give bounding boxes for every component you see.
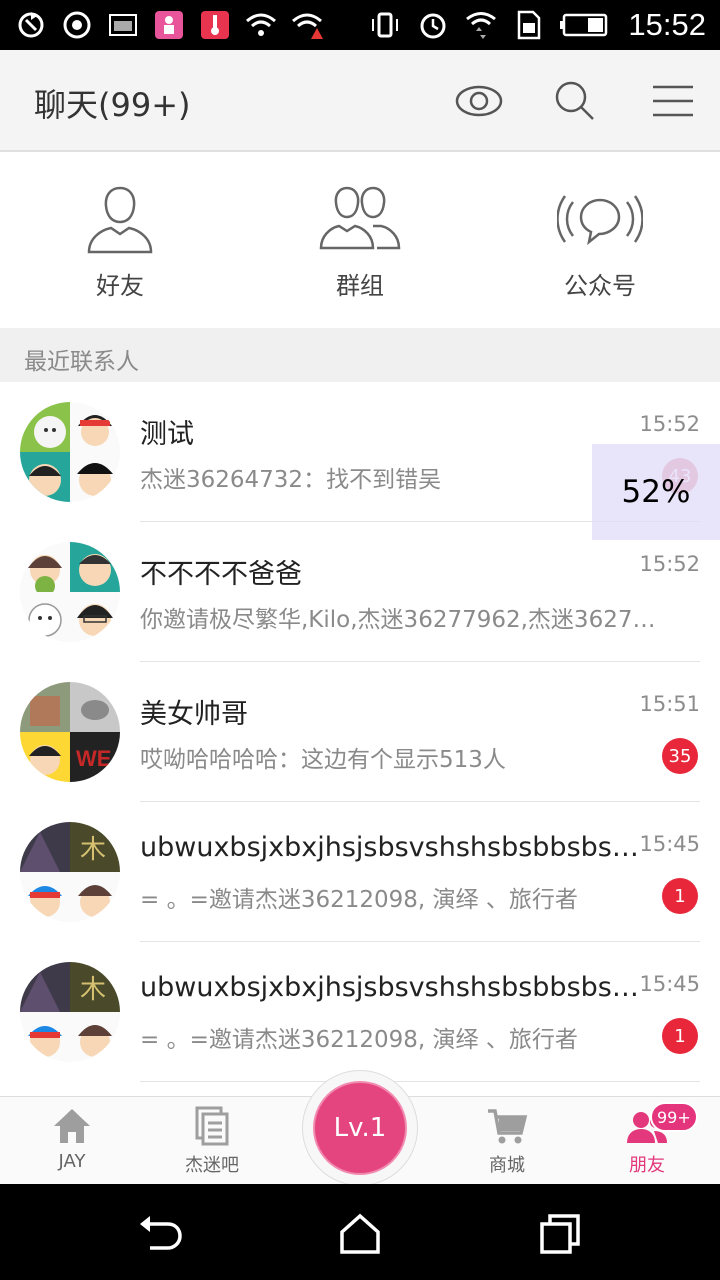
cart-icon	[488, 1109, 528, 1144]
conversation-time: 15:45	[639, 832, 700, 856]
shortcut-official-accounts[interactable]: 公众号	[520, 182, 680, 312]
friends-badge: 99+	[650, 1102, 698, 1132]
unread-badge: 1	[662, 1018, 698, 1054]
nav-label: 杰迷吧	[185, 1155, 239, 1176]
wifi-warning-icon	[290, 8, 324, 42]
nav-item-jay[interactable]: JAY	[12, 1105, 132, 1181]
unread-badge: 1	[662, 878, 698, 914]
conversation-time: 15:45	[639, 972, 700, 996]
nav-label: JAY	[58, 1151, 86, 1172]
section-title: 最近联系人	[24, 349, 139, 375]
shortcut-label: 好友	[96, 272, 144, 300]
conversation-preview: = 。=邀请杰迷36212098, 演绎 、旅行者	[140, 887, 578, 913]
level-button[interactable]: Lv.1	[313, 1081, 407, 1175]
menu-icon[interactable]	[646, 74, 700, 128]
conversation-name: ubwuxbsjxbxjhsjsbsvshshsbsbbsbsbsb	[140, 832, 642, 863]
nav-label: 朋友	[629, 1155, 665, 1176]
conversation-time: 15:51	[639, 692, 700, 716]
eye-icon[interactable]	[452, 74, 506, 128]
contact-shortcuts: 好友 群组 公众号	[0, 152, 720, 328]
list-item[interactable]: 木 ubwuxbsjxbxjhsjsbsvshshsbsbbsbsbsb 15:…	[0, 942, 720, 1082]
battery-icon	[560, 8, 610, 42]
svg-text:木: 木	[80, 835, 106, 864]
conversation-name: 不不不不爸爸	[140, 559, 302, 590]
conversation-time: 15:52	[639, 412, 700, 436]
sync-icon	[14, 8, 48, 42]
nav-item-forum[interactable]: 杰迷吧	[152, 1105, 272, 1181]
photo-icon	[106, 8, 140, 42]
avatar: 木	[20, 822, 120, 922]
loading-progress: 52%	[592, 444, 720, 540]
search-icon[interactable]	[548, 74, 602, 128]
home-button-icon[interactable]	[336, 1210, 384, 1258]
page-title: 聊天(99+)	[34, 86, 191, 124]
vibrate-icon	[368, 8, 402, 42]
forum-icon	[195, 1106, 229, 1146]
conversation-preview: 你邀请极尽繁华,Kilo,杰迷36277962,杰迷36276355,杰迷36	[140, 607, 660, 633]
list-item[interactable]: WE 美女帅哥 15:51 哎呦哈哈哈哈：这边有个显示513人 35	[0, 662, 720, 802]
list-item[interactable]: 不不不不爸爸 15:52 你邀请极尽繁华,Kilo,杰迷36277962,杰迷3…	[0, 522, 720, 662]
avatar: 木	[20, 962, 120, 1062]
back-icon[interactable]	[136, 1210, 184, 1258]
app-icon	[152, 8, 186, 42]
status-bar: 15:52	[0, 0, 720, 50]
wifi-data-icon	[464, 8, 498, 42]
shortcut-label: 群组	[336, 272, 384, 300]
home-icon	[54, 1109, 90, 1143]
conversation-preview: 杰迷36264732：找不到错吴	[140, 467, 442, 493]
conversation-time: 15:52	[639, 552, 700, 576]
broadcast-icon	[557, 195, 643, 246]
conversation-name: ubwuxbsjxbxjhsjsbsvshshsbsbbsbsbsb	[140, 972, 642, 1003]
conversation-name: 美女帅哥	[140, 699, 248, 730]
avatar	[20, 542, 120, 642]
clock: 15:52	[628, 7, 706, 42]
thermometer-icon	[198, 8, 232, 42]
shortcut-label: 公众号	[564, 272, 636, 300]
group-icon	[319, 186, 401, 250]
conversation-name: 测试	[140, 419, 194, 450]
alarm-icon	[416, 8, 450, 42]
divider	[140, 1081, 700, 1082]
shortcut-friends[interactable]: 好友	[40, 182, 200, 312]
wifi-icon	[244, 8, 278, 42]
app-header: 聊天(99+)	[0, 50, 720, 152]
conversation-preview: = 。=邀请杰迷36212098, 演绎 、旅行者	[140, 1027, 578, 1053]
system-nav-bar	[0, 1184, 720, 1280]
list-item[interactable]: 木 ubwuxbsjxbxjhsjsbsvshshsbsbbsbsbsb 15:…	[0, 802, 720, 942]
shortcut-groups[interactable]: 群组	[280, 182, 440, 312]
nav-item-mall[interactable]: 商城	[447, 1105, 567, 1181]
level-button-wrap: Lv.1	[302, 1070, 418, 1186]
avatar: WE	[20, 682, 120, 782]
person-icon	[87, 186, 153, 254]
recents-icon[interactable]	[536, 1210, 584, 1258]
section-header: 最近联系人	[0, 328, 720, 382]
circle-icon	[60, 8, 94, 42]
avatar	[20, 402, 120, 502]
nav-label: 商城	[489, 1155, 525, 1176]
svg-text:木: 木	[80, 975, 106, 1004]
sim-icon	[512, 8, 546, 42]
unread-badge: 35	[662, 738, 698, 774]
svg-text:WE: WE	[76, 746, 111, 771]
conversation-preview: 哎呦哈哈哈哈：这边有个显示513人	[140, 747, 506, 773]
